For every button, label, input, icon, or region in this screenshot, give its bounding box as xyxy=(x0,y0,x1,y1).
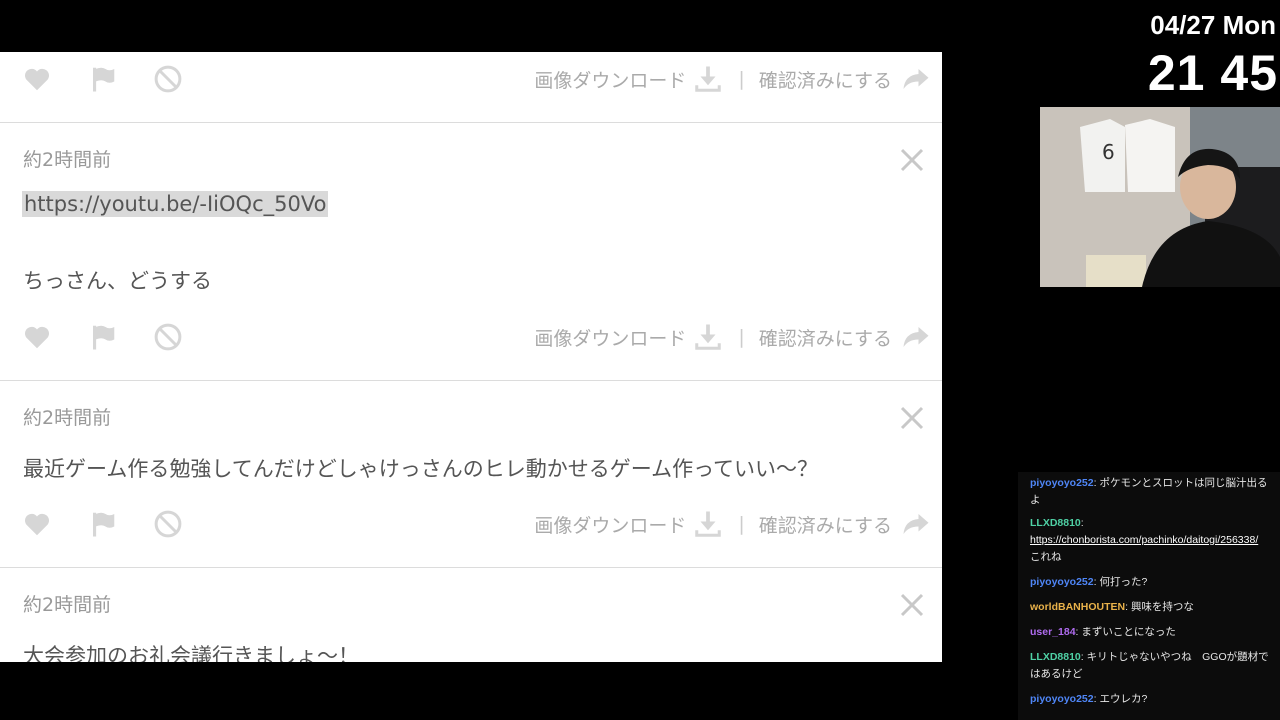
mark-confirmed-button[interactable]: 確認済みにする xyxy=(759,322,932,352)
message-panel: 画像ダウンロード | 確認済みにする 約2時間前 https://youtu.b… xyxy=(0,52,942,662)
message-time: 約2時間前 xyxy=(23,149,112,171)
action-links: 画像ダウンロード | 確認済みにする xyxy=(534,322,932,352)
message-card: 約2時間前 大会参加のお礼会議行きましょ〜！ xyxy=(0,568,942,662)
download-image-label: 画像ダウンロード xyxy=(534,69,687,92)
mark-confirmed-label: 確認済みにする xyxy=(758,327,892,350)
block-icon[interactable] xyxy=(153,322,183,352)
download-image-label: 画像ダウンロード xyxy=(534,327,687,350)
download-icon xyxy=(695,324,722,350)
chat-message: user_184: まずいことになった xyxy=(1030,626,1176,638)
message-card: 約2時間前 最近ゲーム作る勉強してんだけどしゃけっさんのヒレ動かせるゲーム作って… xyxy=(0,381,942,568)
mark-confirmed-button[interactable]: 確認済みにする xyxy=(759,64,932,94)
close-icon[interactable] xyxy=(900,148,924,172)
chat-username[interactable]: piyoyoyo252 xyxy=(1030,693,1094,705)
action-separator: | xyxy=(738,326,745,348)
close-icon[interactable] xyxy=(900,593,924,617)
chat-message: piyoyoyo252: 何打った? xyxy=(1030,576,1148,588)
chat-text: 興味を持つな xyxy=(1130,601,1194,613)
share-arrow-icon xyxy=(903,327,929,347)
download-image-button[interactable]: 画像ダウンロード xyxy=(534,64,724,94)
share-arrow-icon xyxy=(903,514,929,534)
message-text: 最近ゲーム作る勉強してんだけどしゃけっさんのヒレ動かせるゲーム作っていい〜？ xyxy=(23,457,819,481)
download-image-button[interactable]: 画像ダウンロード xyxy=(534,322,724,352)
overlay-date: 04/27 Mon xyxy=(1150,10,1276,40)
chat-text: まずいことになった xyxy=(1081,626,1176,638)
flag-icon[interactable] xyxy=(88,64,118,94)
action-separator: | xyxy=(738,68,745,90)
message-time: 約2時間前 xyxy=(23,594,112,616)
close-icon[interactable] xyxy=(900,406,924,430)
message-link[interactable]: https://youtu.be/-IiOQc_50Vo xyxy=(22,191,329,217)
chat-message: piyoyoyo252: ポケモンとスロットは同じ脳汁出るよ xyxy=(1030,477,1268,506)
heart-icon[interactable] xyxy=(22,64,52,94)
action-links: 画像ダウンロード | 確認済みにする xyxy=(534,64,932,94)
chat-message: LLXD8810: https://chonborista.com/pachin… xyxy=(1030,517,1259,563)
svg-text:6: 6 xyxy=(1102,140,1115,164)
heart-icon[interactable] xyxy=(22,322,52,352)
flag-icon[interactable] xyxy=(88,322,118,352)
chat-text: これね xyxy=(1030,551,1062,563)
chat-message: LLXD8810: キリトじゃないやつね GGOが題材ではあるけど xyxy=(1030,651,1269,680)
chat-username[interactable]: LLXD8810 xyxy=(1030,517,1081,529)
mark-confirmed-label: 確認済みにする xyxy=(758,514,892,537)
card-actions: 画像ダウンロード | 確認済みにする xyxy=(0,503,942,543)
overlay-time: 21 45 xyxy=(1147,45,1278,101)
chat-username[interactable]: worldBANHOUTEN xyxy=(1030,601,1125,613)
share-arrow-icon xyxy=(903,69,929,89)
chat-panel: piyoyoyo252: ポケモンとスロットは同じ脳汁出るよ LLXD8810:… xyxy=(1018,472,1280,720)
action-links: 画像ダウンロード | 確認済みにする xyxy=(534,509,932,539)
mark-confirmed-label: 確認済みにする xyxy=(758,69,892,92)
flag-icon[interactable] xyxy=(88,509,118,539)
action-separator: | xyxy=(738,513,745,535)
chat-username[interactable]: user_184 xyxy=(1030,626,1076,638)
download-icon xyxy=(695,511,722,537)
message-time: 約2時間前 xyxy=(23,407,112,429)
card-actions: 画像ダウンロード | 確認済みにする xyxy=(0,316,942,356)
chat-message: piyoyoyo252: エウレカ? xyxy=(1030,693,1148,705)
webcam-feed: 6 xyxy=(1040,107,1280,287)
block-icon[interactable] xyxy=(153,64,183,94)
chat-link[interactable]: https://chonborista.com/pachinko/daitogi… xyxy=(1030,534,1258,546)
heart-icon[interactable] xyxy=(22,509,52,539)
chat-username[interactable]: piyoyoyo252 xyxy=(1030,477,1094,489)
chat-text: 何打った? xyxy=(1099,576,1148,588)
message-text: ちっさん、どうする xyxy=(23,269,212,293)
card-actions: 画像ダウンロード | 確認済みにする xyxy=(0,58,942,98)
message-card: 約2時間前 https://youtu.be/-IiOQc_50Vo ちっさん、… xyxy=(0,123,942,381)
message-card: 画像ダウンロード | 確認済みにする xyxy=(0,52,942,123)
mark-confirmed-button[interactable]: 確認済みにする xyxy=(759,509,932,539)
chat-text: エウレカ? xyxy=(1099,693,1148,705)
chat-username[interactable]: LLXD8810 xyxy=(1030,651,1081,663)
chat-message: worldBANHOUTEN: 興味を持つな xyxy=(1030,601,1194,613)
download-image-label: 画像ダウンロード xyxy=(534,514,687,537)
block-icon[interactable] xyxy=(153,509,183,539)
download-icon xyxy=(695,66,722,92)
download-image-button[interactable]: 画像ダウンロード xyxy=(534,509,724,539)
chat-username[interactable]: piyoyoyo252 xyxy=(1030,576,1094,588)
message-text: 大会参加のお礼会議行きましょ〜！ xyxy=(23,644,359,662)
